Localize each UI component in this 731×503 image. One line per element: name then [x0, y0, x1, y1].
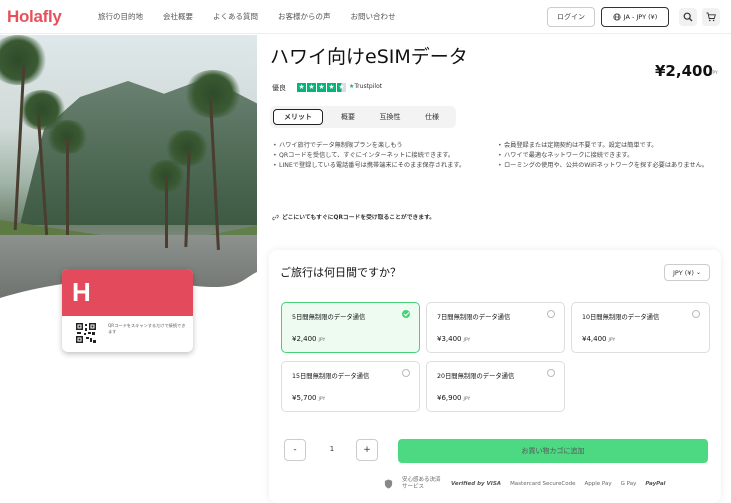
radio-checked-icon[interactable] [402, 310, 410, 318]
booking-title: ご旅行は何日間ですか？ [280, 266, 401, 279]
feature-item: LINEで登録している電話番号は携帯端末にそのまま保存されます。 [273, 162, 491, 171]
feature-item: 会員登録または定期契約は不要です。設定は簡単です。 [498, 142, 716, 151]
nav-reviews[interactable]: お客様からの声 [278, 11, 341, 22]
plan-option-15-days[interactable]: 15日間無制限のデータ通信 ¥5,700 JPY [281, 361, 420, 412]
qr-caption: QRコードをスキャンするだけで接続できます [108, 323, 186, 334]
plan-option-10-days[interactable]: 10日間無制限のデータ通信 ¥4,400 JPY [571, 302, 710, 353]
secure-payment-label: 安心感ある決済サービス [402, 477, 441, 490]
cart-button[interactable] [702, 8, 720, 26]
esim-card: H QRコードをスキャンするだけで接続できます [62, 269, 193, 352]
nav-contact[interactable]: お問い合わせ [351, 11, 406, 22]
feature-item: ハワイで最適なネットワークに接続できます。 [498, 152, 716, 161]
trustpilot-logo[interactable]: ★Trustpilot [349, 83, 382, 90]
paypal-logo: PayPal [645, 480, 666, 487]
price-currency-unit: JPY [711, 71, 718, 76]
main-nav: 旅行の目的地 会社概要 よくある質問 お客様からの声 お問い合わせ [98, 11, 416, 22]
language-currency-button[interactable]: JA - JPY (¥) [601, 7, 669, 27]
holafly-mark: H [72, 277, 91, 307]
chevron-down-icon: ⌄ [695, 269, 701, 276]
star-icon: ★ [307, 83, 316, 92]
esim-card-header: H [62, 269, 193, 316]
currency-select[interactable]: JPY (¥) ⌄ [664, 264, 710, 281]
plan-name: 15日間無制限のデータ通信 [292, 373, 370, 380]
plan-option-7-days[interactable]: 7日間無制限のデータ通信 ¥3,400 JPY [426, 302, 565, 353]
quantity-decrease-button[interactable]: - [284, 439, 306, 461]
plan-option-5-days[interactable]: 5日間無制限のデータ通信 ¥2,400 JPY [281, 302, 420, 353]
plan-price: ¥2,400 JPY [292, 335, 326, 343]
quantity-value[interactable]: 1 [322, 445, 342, 453]
hawaii-hero-image [0, 35, 257, 305]
shield-icon [384, 479, 393, 489]
radio-icon[interactable] [692, 310, 700, 318]
plan-price: ¥3,400 JPY [437, 335, 471, 343]
apple-pay-logo: Apple Pay [584, 480, 612, 487]
rating-label: 優良 [272, 84, 286, 92]
features-right-list: 会員登録または定期契約は不要です。設定は簡単です。 ハワイで最適なネットワークに… [498, 142, 716, 172]
qr-note: どこにいてもすぐにQRコードを受け取ることができます。 [272, 212, 435, 221]
radio-icon[interactable] [547, 369, 555, 377]
half-star-icon: ★ [337, 83, 346, 92]
tab-benefits[interactable]: メリット [273, 109, 323, 125]
radio-icon[interactable] [402, 369, 410, 377]
google-pay-logo: G Pay [620, 480, 637, 487]
payment-methods: 安心感ある決済サービス Verified by VISA Mastercard … [384, 477, 665, 490]
qr-code-icon [76, 323, 96, 343]
plan-price: ¥4,400 JPY [582, 335, 616, 343]
login-button[interactable]: ログイン [547, 7, 595, 27]
feature-item: ローミングの使用や、公共のWiFiネットワークを探す必要はありません。 [498, 162, 716, 171]
tab-compatibility[interactable]: 互換性 [370, 109, 410, 125]
quantity-increase-button[interactable]: + [356, 439, 378, 461]
mastercard-securecode-logo: Mastercard SecureCode [510, 480, 576, 487]
star-icon: ★ [327, 83, 336, 92]
product-tabs: メリット 概要 互換性 仕様 [270, 106, 456, 128]
trustpilot-stars[interactable]: ★ ★ ★ ★ ★ [297, 83, 346, 92]
tab-overview[interactable]: 概要 [330, 109, 366, 125]
site-header: Holafly 旅行の目的地 会社概要 よくある質問 お客様からの声 お問い合わ… [0, 0, 731, 34]
holafly-logo[interactable]: Holafly [7, 7, 62, 27]
plan-name: 10日間無制限のデータ通信 [582, 314, 660, 321]
cart-icon [706, 12, 716, 22]
add-to-cart-button[interactable]: お買い物カゴに追加 [398, 439, 708, 463]
plan-name: 7日間無制限のデータ通信 [437, 314, 511, 321]
radio-icon[interactable] [547, 310, 555, 318]
search-button[interactable] [679, 8, 697, 26]
feature-item: QRコードを受信して、すぐにインターネットに接続できます。 [273, 152, 491, 161]
star-icon: ★ [297, 83, 306, 92]
nav-destinations[interactable]: 旅行の目的地 [98, 11, 153, 22]
plan-price: ¥5,700 JPY [292, 394, 326, 402]
globe-icon [613, 13, 621, 21]
plan-name: 5日間無制限のデータ通信 [292, 314, 366, 321]
nav-about[interactable]: 会社概要 [163, 11, 203, 22]
nav-faq[interactable]: よくある質問 [213, 11, 268, 22]
product-price: ¥2,400 [655, 62, 713, 80]
product-title: ハワイ向けeSIMデータ [270, 46, 468, 68]
visa-verified-logo: Verified by VISA [451, 480, 502, 487]
star-icon: ★ [317, 83, 326, 92]
plan-name: 20日間無制限のデータ通信 [437, 373, 515, 380]
plan-option-20-days[interactable]: 20日間無制限のデータ通信 ¥6,900 JPY [426, 361, 565, 412]
language-label: JA - JPY (¥) [623, 13, 658, 21]
plan-price: ¥6,900 JPY [437, 394, 471, 402]
search-icon [683, 12, 693, 22]
link-icon [272, 214, 279, 221]
tab-specs[interactable]: 仕様 [414, 109, 450, 125]
features-left-list: ハワイ旅行でデータ無制限プランを楽しもう QRコードを受信して、すぐにインターネ… [273, 142, 491, 172]
feature-item: ハワイ旅行でデータ無制限プランを楽しもう [273, 142, 491, 151]
